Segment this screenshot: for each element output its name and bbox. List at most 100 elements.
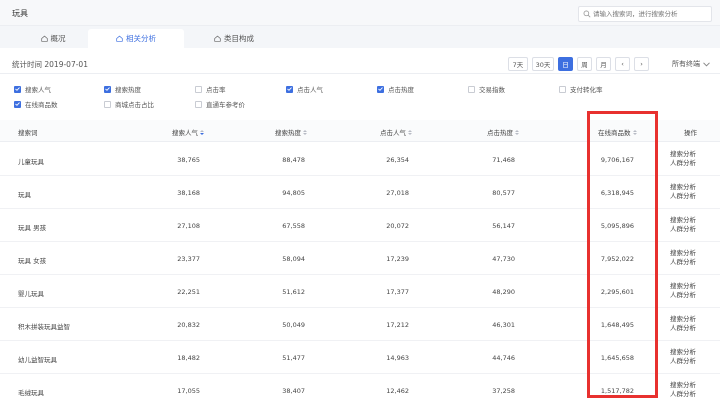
filter-search-popularity[interactable]: 搜索人气 [14, 84, 51, 94]
filter-mall-click-share[interactable]: 商城点击占比 [104, 99, 154, 109]
cell-term: 婴儿玩具 [18, 290, 44, 298]
cell-search-popularity: 38,168 [177, 189, 200, 197]
filter-label: 点击率 [206, 86, 226, 94]
cell-click-popularity: 26,354 [386, 156, 409, 164]
filter-label: 搜索人气 [25, 86, 51, 94]
tab-related-analysis[interactable]: 相关分析 [88, 29, 184, 48]
filter-search-heat[interactable]: 搜索热度 [104, 84, 141, 94]
row-actions: 搜索分析 人群分析 [670, 282, 696, 300]
cell-click-popularity: 27,018 [386, 189, 409, 197]
cell-click-popularity: 12,462 [386, 387, 409, 395]
cell-search-popularity: 38,765 [177, 156, 200, 164]
sort-icon[interactable] [515, 129, 519, 135]
checkbox[interactable] [468, 85, 475, 93]
search-analysis-link[interactable]: 搜索分析 [670, 348, 696, 357]
table-row: 玩具 男孩 27,108 67,558 20,072 56,147 5,095,… [0, 209, 720, 242]
terminal-select[interactable]: 所有终端 [672, 59, 710, 69]
row-actions: 搜索分析 人群分析 [670, 249, 696, 267]
column-click-popularity[interactable]: 点击人气 [380, 127, 412, 137]
range-day-button[interactable]: 日 [558, 57, 573, 71]
column-label: 搜索热度 [275, 129, 301, 137]
crowd-analysis-link[interactable]: 人群分析 [670, 258, 696, 267]
checkbox[interactable] [195, 85, 202, 93]
checkbox[interactable] [377, 85, 384, 93]
search-analysis-link[interactable]: 搜索分析 [670, 150, 696, 159]
crowd-analysis-link[interactable]: 人群分析 [670, 159, 696, 168]
cell-click-popularity: 14,963 [386, 354, 409, 362]
cell-click-heat: 47,730 [492, 255, 515, 263]
range-30d-button[interactable]: 30天 [532, 57, 554, 71]
checkbox[interactable] [104, 85, 111, 93]
sort-icon[interactable] [303, 129, 307, 135]
crowd-analysis-link[interactable]: 人群分析 [670, 390, 696, 399]
cell-online-items: 1,517,782 [600, 387, 634, 395]
filter-label: 在线商品数 [25, 101, 58, 109]
cell-term: 毛绒玩具 [18, 389, 44, 397]
checkbox[interactable] [104, 100, 111, 108]
cell-online-items: 2,295,601 [600, 288, 634, 296]
column-click-heat[interactable]: 点击热度 [487, 127, 519, 137]
checkbox[interactable] [195, 100, 202, 108]
tab-category-composition[interactable]: 类目构成 [204, 29, 264, 48]
filter-online-items[interactable]: 在线商品数 [14, 99, 58, 109]
filter-click-rate[interactable]: 点击率 [195, 84, 226, 94]
search-analysis-link[interactable]: 搜索分析 [670, 183, 696, 192]
cell-search-heat: 67,558 [282, 222, 305, 230]
search-analysis-link[interactable]: 搜索分析 [670, 381, 696, 390]
checkbox[interactable] [286, 85, 293, 93]
filter-label: 交易指数 [479, 86, 505, 94]
row-actions: 搜索分析 人群分析 [670, 381, 696, 399]
filter-payment-conversion[interactable]: 支付转化率 [559, 84, 603, 94]
column-online-items[interactable]: 在线商品数 [598, 127, 637, 137]
crowd-analysis-link[interactable]: 人群分析 [670, 324, 696, 333]
stat-time: 统计时间 2019-07-01 [12, 60, 88, 69]
column-label: 点击人气 [380, 129, 406, 137]
table-row: 毛绒玩具 17,055 38,407 12,462 37,258 1,517,7… [0, 374, 720, 402]
column-label: 搜索人气 [172, 129, 198, 137]
tab-label: 概况 [50, 34, 66, 43]
table-header: 搜索词 搜索人气 搜索热度 点击人气 点击热度 在线商品数 操作 [0, 120, 720, 142]
filter-click-popularity[interactable]: 点击人气 [286, 84, 323, 94]
row-actions: 搜索分析 人群分析 [670, 315, 696, 333]
range-week-button[interactable]: 周 [577, 57, 592, 71]
cell-search-heat: 50,049 [282, 321, 305, 329]
filter-click-heat[interactable]: 点击热度 [377, 84, 414, 94]
filter-label: 点击人气 [297, 86, 323, 94]
search-box[interactable] [578, 6, 712, 22]
tab-overview[interactable]: 概况 [28, 29, 78, 48]
prev-button[interactable]: ‹ [615, 57, 630, 71]
search-analysis-link[interactable]: 搜索分析 [670, 249, 696, 258]
column-label: 点击热度 [487, 129, 513, 137]
top-bar: 玩具 [0, 0, 720, 26]
column-search-term: 搜索词 [18, 129, 38, 137]
filter-trade-index[interactable]: 交易指数 [468, 84, 505, 94]
sort-icon[interactable] [408, 129, 412, 135]
column-search-heat[interactable]: 搜索热度 [275, 127, 307, 137]
column-search-popularity[interactable]: 搜索人气 [172, 127, 204, 137]
cell-click-heat: 46,301 [492, 321, 515, 329]
search-analysis-link[interactable]: 搜索分析 [670, 216, 696, 225]
checkbox[interactable] [14, 100, 21, 108]
search-analysis-link[interactable]: 搜索分析 [670, 282, 696, 291]
next-button[interactable]: › [634, 57, 649, 71]
crowd-analysis-link[interactable]: 人群分析 [670, 291, 696, 300]
search-analysis-link[interactable]: 搜索分析 [670, 315, 696, 324]
cell-click-heat: 80,577 [492, 189, 515, 197]
crowd-analysis-link[interactable]: 人群分析 [670, 225, 696, 234]
crowd-analysis-link[interactable]: 人群分析 [670, 357, 696, 366]
cell-search-heat: 51,477 [282, 354, 305, 362]
row-actions: 搜索分析 人群分析 [670, 150, 696, 168]
range-month-button[interactable]: 月 [596, 57, 611, 71]
sort-icon[interactable] [200, 129, 204, 135]
cell-click-popularity: 17,239 [386, 255, 409, 263]
sort-icon[interactable] [632, 129, 637, 135]
range-7d-button[interactable]: 7天 [508, 57, 528, 71]
checkbox[interactable] [14, 85, 21, 93]
terminal-label: 所有终端 [672, 60, 700, 68]
tab-bar: 概况 相关分析 类目构成 [0, 26, 720, 48]
table-row: 儿童玩具 38,765 88,478 26,354 71,468 9,706,1… [0, 143, 720, 176]
search-input[interactable] [593, 8, 709, 20]
checkbox[interactable] [559, 85, 566, 93]
crowd-analysis-link[interactable]: 人群分析 [670, 192, 696, 201]
filter-ztc-reference-price[interactable]: 直通车参考价 [195, 99, 245, 109]
